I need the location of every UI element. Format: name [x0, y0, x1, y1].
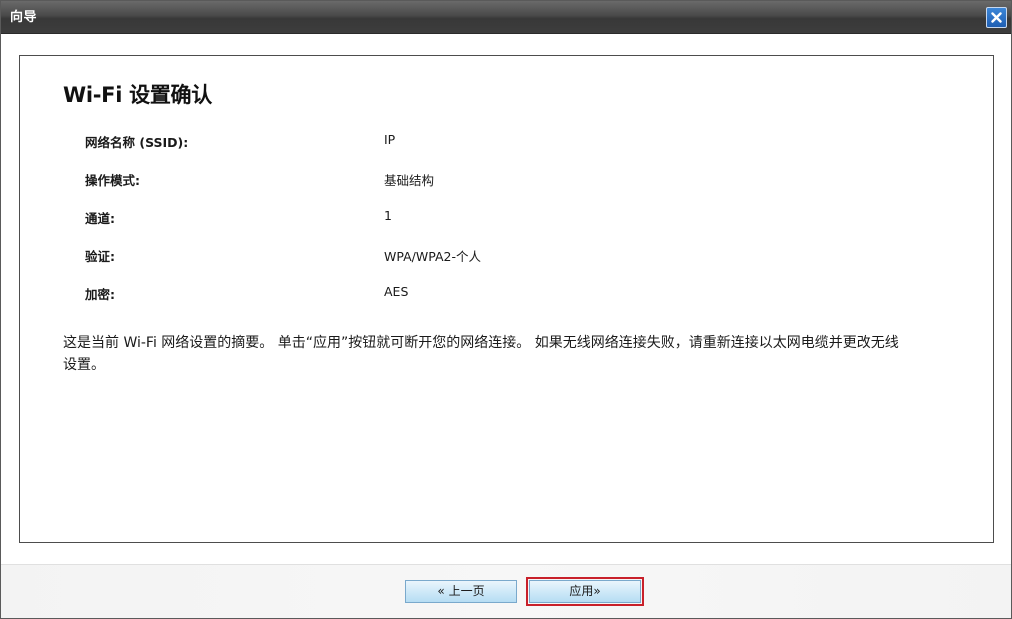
apply-button[interactable]: 应用» — [526, 577, 644, 606]
row-operation-mode: 操作模式: 基础结构 — [85, 170, 955, 188]
channel-value: 1 — [384, 208, 392, 223]
authentication-value: WPA/WPA2-个人 — [384, 249, 481, 264]
row-ssid: 网络名称 (SSID): IP — [85, 132, 955, 150]
footer-bar: « 上一页 应用» — [1, 564, 1011, 618]
row-encryption: 加密: AES — [85, 284, 955, 302]
wizard-dialog: 向导 Wi-Fi 设置确认 网络名称 (SSID): IP 操作模式: 基础结构… — [0, 0, 1012, 619]
row-authentication: 验证: WPA/WPA2-个人 — [85, 246, 955, 264]
channel-label: 通道: — [85, 211, 115, 226]
close-button[interactable] — [986, 7, 1007, 28]
page-heading: Wi-Fi 设置确认 — [63, 83, 212, 107]
encryption-label: 加密: — [85, 287, 115, 302]
settings-summary-panel: Wi-Fi 设置确认 网络名称 (SSID): IP 操作模式: 基础结构 通道… — [19, 55, 994, 543]
summary-text: 这是当前 Wi-Fi 网络设置的摘要。 单击“应用”按钮就可断开您的网络连接。 … — [63, 335, 899, 373]
authentication-label: 验证: — [85, 249, 115, 264]
operation-mode-label: 操作模式: — [85, 173, 140, 188]
title-bar: 向导 — [1, 1, 1011, 34]
operation-mode-value: 基础结构 — [384, 173, 435, 188]
row-channel: 通道: 1 — [85, 208, 955, 226]
ssid-label: 网络名称 (SSID): — [85, 135, 189, 150]
close-icon — [991, 12, 1002, 23]
previous-page-button[interactable]: « 上一页 — [405, 580, 517, 603]
encryption-value: AES — [384, 284, 409, 299]
window-title: 向导 — [10, 10, 38, 25]
ssid-value: IP — [384, 132, 396, 147]
